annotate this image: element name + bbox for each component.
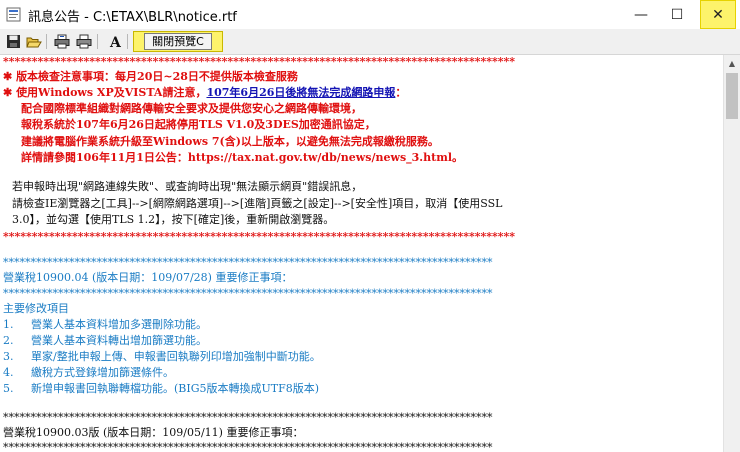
list-item: 3. 單家/整批申報上傳、申報書回執聯列印增加強制中斷功能。 bbox=[3, 350, 321, 363]
print-preview-icon bbox=[54, 34, 70, 49]
tls-deadline-link[interactable]: 107年6月26日後將無法完成網路申報 bbox=[206, 86, 395, 99]
bullet-star-icon: ✱ bbox=[3, 86, 13, 99]
open-button[interactable] bbox=[25, 33, 43, 50]
font-button[interactable]: A bbox=[106, 33, 124, 50]
floppy-disk-icon bbox=[6, 35, 20, 48]
red-separator: ****************************************… bbox=[3, 55, 515, 68]
window-title: 訊息公告 - C:\ETAX\BLR\notice.rtf bbox=[28, 10, 237, 25]
list-item: 5. 新增申報書回執聯轉檔功能。(BIG5版本轉換成UTF8版本) bbox=[3, 382, 320, 395]
close-icon: ✕ bbox=[712, 6, 724, 23]
print-preview-button[interactable] bbox=[53, 33, 71, 50]
section-header-10900-03: 營業稅10900.03版 (版本日期：109/05/11) 重要修正事項： bbox=[3, 426, 304, 439]
scrollbar-thumb[interactable] bbox=[726, 73, 738, 119]
notice-black-line: 若申報時出現"網路連線失敗"、或查詢時出現"無法顯示網頁"錯誤訊息， bbox=[12, 180, 363, 193]
list-item: 4. 繳稅方式登錄增加篩選條件。 bbox=[3, 366, 174, 379]
save-button[interactable] bbox=[4, 33, 22, 50]
close-preview-label: 關閉預覽C bbox=[144, 33, 212, 50]
maximize-icon: ☐ bbox=[670, 6, 684, 23]
black-separator: ****************************************… bbox=[3, 411, 493, 424]
font-a-icon: A bbox=[109, 35, 122, 49]
notice-red-line: 配合國際標準組織對網路傳輸安全要求及提供您安心之網路傳輸環境， bbox=[21, 102, 362, 115]
minimize-button[interactable]: — bbox=[623, 0, 659, 29]
section-subtitle: 主要修改項目 bbox=[3, 302, 69, 315]
notice-red-line: 報稅系統於107年6月26日起將停用TLS V1.0及3DES加密通訊協定， bbox=[21, 118, 376, 131]
print-button[interactable] bbox=[75, 33, 93, 50]
notice-black-line: 3.0】，並勾選【使用TLS 1.2】，按下[確定]後，重新開啟瀏覽器。 bbox=[12, 213, 335, 226]
close-window-button[interactable]: ✕ bbox=[700, 0, 736, 29]
notice-red-line: 詳情請參閱106年11月1日公告：https://tax.nat.gov.tw/… bbox=[21, 151, 464, 164]
red-separator: ****************************************… bbox=[3, 230, 515, 243]
open-folder-icon bbox=[26, 37, 42, 48]
notice-red-line: 建議將電腦作業系統升級至Windows 7(含)以上版本，以避免無法完成報繳稅服… bbox=[21, 135, 439, 148]
blue-separator: ****************************************… bbox=[3, 287, 493, 300]
version-check-notice: ✱ 版本檢查注意事項：每月20日~28日不提供版本檢查服務 bbox=[3, 70, 298, 83]
toolbar-separator bbox=[97, 34, 98, 49]
xp-vista-notice: ✱ 使用Windows XP及VISTA請注意，107年6月26日後將無法完成網… bbox=[3, 86, 407, 99]
document-app-icon bbox=[6, 7, 21, 22]
toolbar-separator bbox=[46, 34, 47, 49]
list-item: 1. 營業人基本資料增加多選刪除功能。 bbox=[3, 318, 207, 331]
scroll-up-arrow-icon[interactable]: ▲ bbox=[724, 55, 740, 71]
blue-separator: ****************************************… bbox=[3, 256, 493, 269]
section-header-10900-04: 營業稅10900.04 (版本日期：109/07/28) 重要修正事項： bbox=[3, 271, 293, 284]
black-separator: ****************************************… bbox=[3, 441, 493, 452]
title-bar: 訊息公告 - C:\ETAX\BLR\notice.rtf — ☐ ✕ bbox=[0, 0, 740, 29]
document-content: ****************************************… bbox=[0, 55, 723, 452]
close-preview-button[interactable]: 關閉預覽C bbox=[133, 31, 223, 52]
bullet-star-icon: ✱ bbox=[3, 70, 13, 83]
minimize-icon: — bbox=[634, 6, 648, 23]
maximize-button[interactable]: ☐ bbox=[659, 0, 695, 29]
list-item: 2. 營業人基本資料轉出增加篩選功能。 bbox=[3, 334, 207, 347]
svg-text:A: A bbox=[109, 35, 122, 49]
printer-icon bbox=[76, 34, 92, 49]
notice-black-line: 請檢查IE瀏覽器之[工具]-->[網際網路選項]-->[進階]頁籤之[設定]--… bbox=[12, 197, 503, 210]
vertical-scrollbar[interactable]: ▲ bbox=[723, 55, 740, 452]
toolbar-separator bbox=[127, 34, 128, 49]
toolbar: A 關閉預覽C bbox=[0, 29, 740, 55]
